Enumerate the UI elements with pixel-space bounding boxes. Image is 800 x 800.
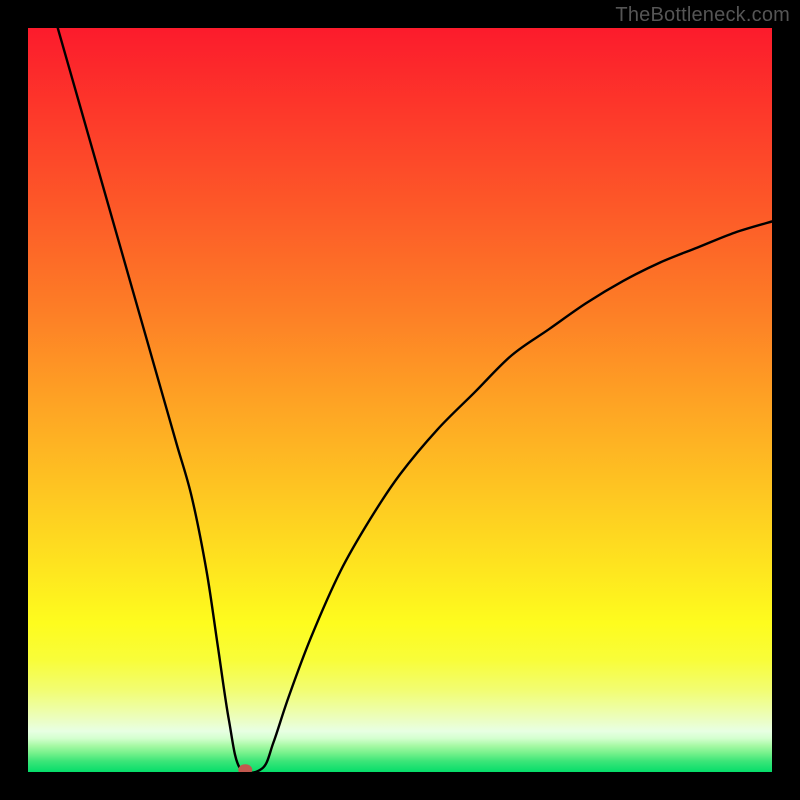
attribution-text: TheBottleneck.com [615,4,790,27]
plot-area [28,28,772,772]
bottleneck-curve [58,28,772,772]
chart-curve-layer [28,28,772,772]
min-marker [238,764,252,772]
chart-frame: TheBottleneck.com [0,0,800,800]
